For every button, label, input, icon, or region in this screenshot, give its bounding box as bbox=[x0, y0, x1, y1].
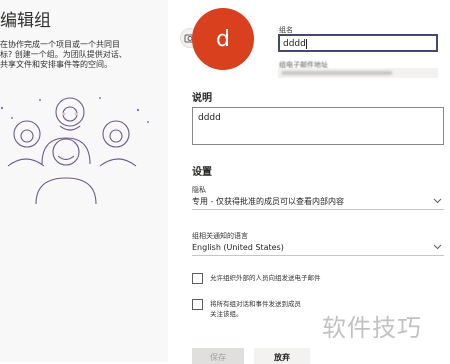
description-value: dddd bbox=[198, 113, 221, 123]
text-caret bbox=[305, 38, 307, 49]
allow-external-option[interactable]: 允许组织外部的人员向组发送电子邮件 bbox=[192, 273, 340, 284]
group-avatar: d bbox=[192, 8, 254, 70]
send-copies-label: 将所有组对话和事件发送到成员 关注该组。 bbox=[210, 299, 340, 319]
description-textarea[interactable]: dddd bbox=[192, 107, 444, 145]
intro-line: 在协作完成一个项目或一个共同目 bbox=[0, 40, 120, 49]
group-name-value: dddd bbox=[283, 39, 306, 49]
page-title: 编辑组 bbox=[0, 11, 51, 31]
send-copies-line: 关注该组。 bbox=[210, 310, 243, 318]
intro-line: 共享文件和安排事件等的空间。 bbox=[0, 60, 112, 69]
group-name-input[interactable]: dddd bbox=[278, 34, 438, 52]
chevron-down-icon bbox=[433, 242, 442, 255]
avatar-initial: d bbox=[216, 26, 230, 52]
intro-line: 标? 创建一个组。为团队提供对话、 bbox=[0, 50, 127, 59]
allow-external-label: 允许组织外部的人员向组发送电子邮件 bbox=[210, 274, 321, 282]
intro-text: 在协作完成一个项目或一个共同目 标? 创建一个组。为团队提供对话、 共享文件和安… bbox=[0, 40, 160, 70]
email-redacted bbox=[282, 71, 392, 75]
people-illustration bbox=[0, 97, 149, 205]
chevron-down-icon bbox=[433, 196, 442, 209]
privacy-dropdown[interactable]: 专用 - 仅获得批准的成员可以查看内部内容 bbox=[192, 196, 444, 210]
send-copies-option[interactable]: 将所有组对话和事件发送到成员 关注该组。 bbox=[192, 299, 340, 319]
send-copies-checkbox[interactable] bbox=[192, 299, 203, 310]
description-heading: 说明 bbox=[192, 93, 212, 104]
left-panel: 编辑组 在协作完成一个项目或一个共同目 标? 创建一个组。为团队提供对话、 共享… bbox=[0, 0, 168, 362]
language-value: English (United States) bbox=[192, 243, 284, 252]
allow-external-checkbox[interactable] bbox=[192, 273, 203, 284]
language-dropdown[interactable]: English (United States) bbox=[192, 242, 444, 256]
privacy-value: 专用 - 仅获得批准的成员可以查看内部内容 bbox=[192, 197, 344, 206]
send-copies-line: 将所有组对话和事件发送到成员 bbox=[210, 300, 301, 308]
privacy-label: 隐私 bbox=[192, 186, 206, 194]
watermark-text: 软件技巧 bbox=[322, 314, 422, 342]
settings-heading: 设置 bbox=[192, 167, 212, 178]
language-label: 组相关通知的语言 bbox=[192, 232, 248, 240]
group-email-field bbox=[278, 68, 438, 78]
